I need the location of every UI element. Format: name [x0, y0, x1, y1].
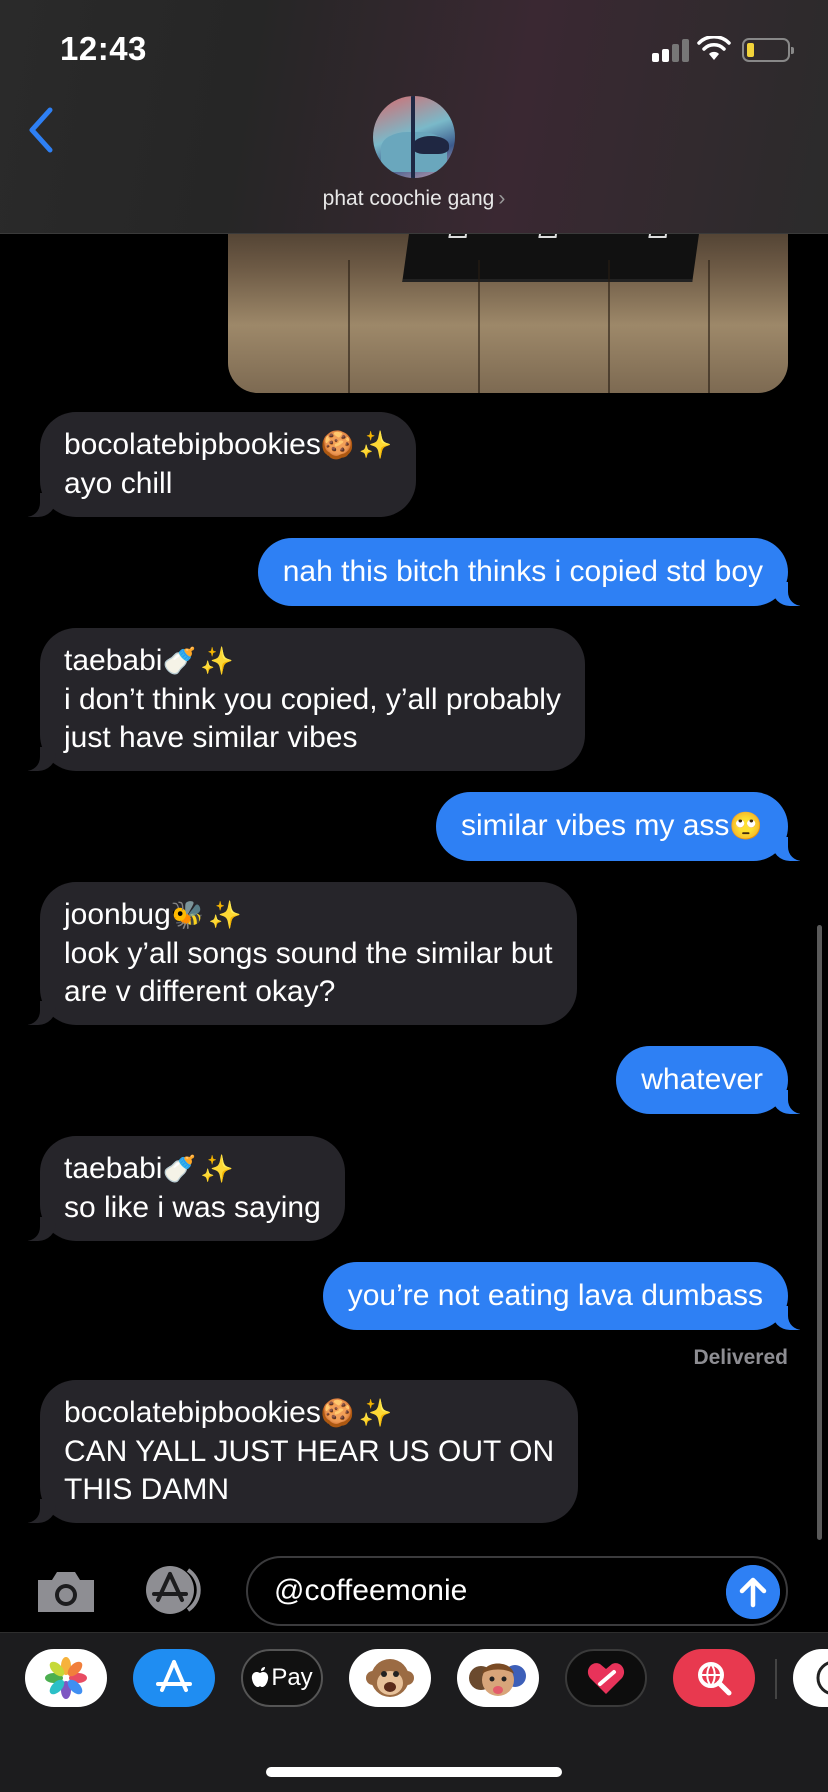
sender-name: taebabi: [64, 644, 163, 677]
status-time: 12:43: [60, 30, 147, 67]
message-input[interactable]: @coffeemonie: [246, 1556, 788, 1626]
message-outgoing[interactable]: you’re not eating lava dumbass: [322, 1262, 813, 1330]
cookie-emoji: 🍪: [320, 430, 355, 461]
apple-pay-icon[interactable]: Pay: [241, 1649, 323, 1707]
message-text: THIS DAMN: [64, 1473, 229, 1506]
message-incoming[interactable]: taebabi🍼 ✨ so like i was saying: [16, 1136, 345, 1241]
app-store-drawer-icon[interactable]: [140, 1564, 212, 1616]
more-apps-icon[interactable]: [793, 1649, 828, 1707]
digital-touch-icon[interactable]: [565, 1649, 647, 1707]
baby-bottle-emoji: 🍼: [162, 646, 197, 677]
message-text: CAN YALL JUST HEAR US OUT ON: [64, 1435, 555, 1468]
baby-bottle-emoji: 🍼: [162, 1154, 197, 1185]
animoji-icon[interactable]: [349, 1649, 431, 1707]
sparkles-emoji: ✨: [358, 1398, 393, 1429]
sparkles-emoji: ✨: [200, 1154, 234, 1185]
photos-icon[interactable]: [25, 1649, 107, 1707]
message-input-text: @coffeemonie: [274, 1574, 468, 1607]
message-text: ayo chill: [64, 467, 173, 500]
app-drawer: Pay: [0, 1632, 828, 1792]
message-outgoing[interactable]: similar vibes my ass🙄: [436, 792, 812, 861]
home-indicator[interactable]: [266, 1767, 562, 1777]
cookie-emoji: 🍪: [320, 1398, 355, 1429]
chevron-right-icon: ›: [498, 187, 506, 210]
message-incoming[interactable]: joonbug🐝 ✨ look y’all songs sound the sim…: [16, 882, 577, 1025]
message-incoming[interactable]: bocolatebipbookies🍪 ✨ CAN YALL JUST HEAR …: [15, 1380, 579, 1523]
drawer-divider: [775, 1659, 777, 1699]
message-text: you’re not eating lava dumbass: [347, 1279, 763, 1312]
message-incoming[interactable]: bocolatebipbookies🍪 ✨ ayo chill: [15, 412, 417, 517]
message-outgoing[interactable]: whatever: [616, 1046, 812, 1114]
message-text: look y’all songs sound the similar but: [64, 937, 553, 970]
apple-pay-label: Pay: [271, 1664, 313, 1691]
wifi-icon: [697, 36, 731, 60]
group-avatar[interactable]: [373, 96, 455, 178]
app-store-icon[interactable]: [133, 1649, 215, 1707]
scrollbar[interactable]: [817, 925, 822, 1540]
sparkles-emoji: ✨: [208, 900, 243, 931]
sparkles-emoji: ✨: [200, 646, 234, 677]
memoji-icon[interactable]: [457, 1649, 539, 1707]
sender-name: joonbug: [64, 898, 171, 931]
battery-icon: [742, 38, 794, 62]
message-text: i don’t think you copied, y’all probably: [64, 683, 561, 716]
sender-name: taebabi: [64, 1152, 163, 1185]
message-incoming[interactable]: taebabi🍼 ✨ i don’t think you copied, y’al…: [16, 628, 585, 771]
message-text: so like i was saying: [64, 1191, 321, 1224]
arrow-up-icon[interactable]: [726, 1565, 780, 1619]
conversation-header: 12:43 phat coochie gang ›: [0, 0, 828, 234]
contact-name: phat coochie gang: [322, 187, 495, 210]
message-text: similar vibes my ass: [461, 809, 730, 842]
sender-name: bocolatebipbookies: [64, 1396, 321, 1429]
message-text: whatever: [641, 1063, 763, 1096]
delivered-status: Delivered: [693, 1346, 788, 1369]
message-text: nah this bitch thinks i copied std boy: [282, 555, 763, 588]
cellular-signal-icon: [652, 38, 690, 62]
chevron-left-icon[interactable]: [22, 104, 62, 156]
camera-icon[interactable]: [34, 1568, 98, 1614]
contact-name-button[interactable]: phat coochie gang ›: [0, 187, 828, 211]
message-text: are v different okay?: [64, 975, 336, 1008]
message-outgoing[interactable]: nah this bitch thinks i copied std boy: [257, 538, 813, 606]
message-text: just have similar vibes: [64, 721, 358, 754]
eye-roll-emoji: 🙄: [729, 811, 763, 842]
sparkles-emoji: ✨: [358, 430, 393, 461]
web-search-icon[interactable]: [673, 1649, 755, 1707]
bee-emoji: 🐝: [170, 900, 205, 931]
sender-name: bocolatebipbookies: [64, 428, 321, 461]
